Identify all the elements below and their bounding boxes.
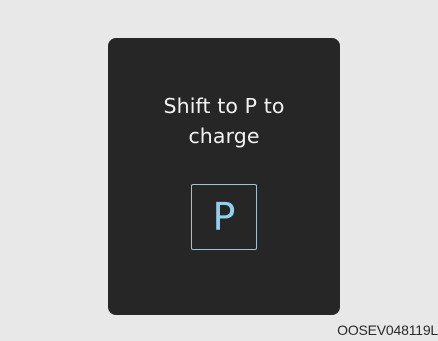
message-line-1: Shift to P to — [163, 94, 285, 118]
gear-indicator-letter: P — [212, 195, 236, 239]
charge-warning-message: Shift to P to charge — [108, 91, 340, 151]
message-line-2: charge — [188, 124, 260, 148]
park-gear-icon: P — [191, 184, 257, 250]
cluster-display-panel: Shift to P to charge P — [108, 38, 340, 315]
figure-code: OOSEV048119L — [337, 322, 438, 338]
